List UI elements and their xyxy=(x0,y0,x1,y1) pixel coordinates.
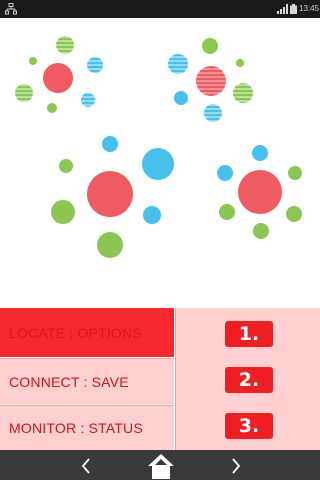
menu-item-label: MONITOR : STATUS xyxy=(9,420,143,436)
back-button[interactable] xyxy=(74,450,98,480)
battery-icon xyxy=(290,4,297,14)
satellite-node xyxy=(81,93,95,107)
satellite-node xyxy=(236,59,244,67)
bottom-nav-bar xyxy=(0,450,320,480)
node-cluster-4 xyxy=(217,145,302,239)
main-menu: LOCATE : OPTIONS CONNECT : SAVE MONITOR … xyxy=(0,308,320,450)
satellite-node xyxy=(59,159,73,173)
satellite-node xyxy=(252,145,268,161)
satellite-node xyxy=(142,148,174,180)
satellite-node xyxy=(56,36,74,54)
satellite-node xyxy=(253,223,269,239)
satellite-node xyxy=(47,103,57,113)
menu-item-monitor-status[interactable]: MONITOR : STATUS xyxy=(0,405,174,450)
home-icon xyxy=(148,454,174,479)
number-button-3[interactable]: 3. xyxy=(225,413,273,439)
number-button-1[interactable]: 1. xyxy=(225,321,273,347)
status-bar: 13:45 xyxy=(0,0,320,18)
center-node xyxy=(238,170,282,214)
status-time: 13:45 xyxy=(299,4,320,13)
satellite-node xyxy=(286,206,302,222)
node-clusters-illustration xyxy=(15,36,302,258)
satellite-node xyxy=(143,206,161,224)
node-graphics xyxy=(0,18,320,308)
satellite-node xyxy=(217,165,233,181)
node-cluster-3 xyxy=(51,136,174,258)
center-node xyxy=(196,66,226,96)
center-node xyxy=(43,63,73,93)
satellite-node xyxy=(202,38,218,54)
satellite-node xyxy=(233,83,253,103)
satellite-node xyxy=(168,54,188,74)
node-cluster-2 xyxy=(168,38,253,122)
menu-item-connect-save[interactable]: CONNECT : SAVE xyxy=(0,358,174,404)
satellite-node xyxy=(204,104,222,122)
menu-item-label: CONNECT : SAVE xyxy=(9,373,129,390)
satellite-node xyxy=(97,232,123,258)
signal-icon xyxy=(277,4,288,14)
satellite-node xyxy=(87,57,103,73)
chevron-left-icon xyxy=(81,458,90,474)
satellite-node xyxy=(29,57,37,65)
satellite-node xyxy=(288,166,302,180)
satellite-node xyxy=(219,204,235,220)
menu-number-panel: 1. 2. 3. xyxy=(175,308,320,450)
satellite-node xyxy=(51,200,75,224)
node-cluster-1 xyxy=(15,36,103,113)
forward-button[interactable] xyxy=(224,450,248,480)
satellite-node xyxy=(174,91,188,105)
home-button[interactable] xyxy=(143,450,179,480)
menu-item-locate-options[interactable]: LOCATE : OPTIONS xyxy=(0,308,174,357)
satellite-node xyxy=(102,136,118,152)
center-node xyxy=(87,171,133,217)
menu-item-label: LOCATE : OPTIONS xyxy=(9,324,142,341)
network-icon xyxy=(5,3,17,15)
number-button-2[interactable]: 2. xyxy=(225,367,273,393)
chevron-right-icon xyxy=(232,458,241,474)
satellite-node xyxy=(15,84,33,102)
